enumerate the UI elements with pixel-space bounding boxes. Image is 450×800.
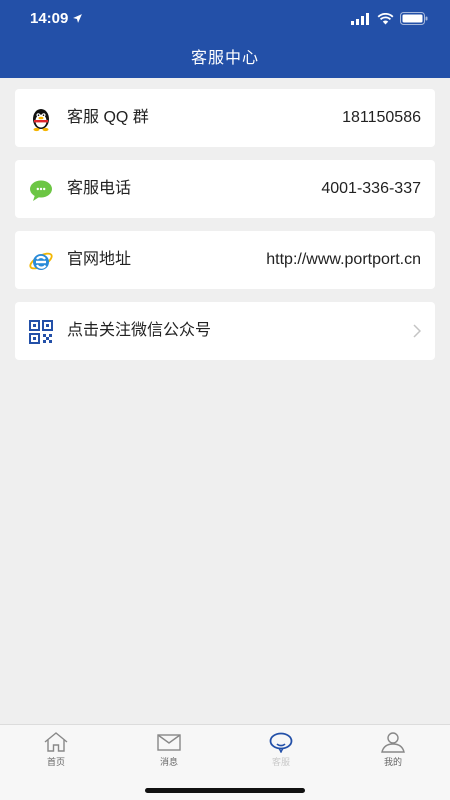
home-indicator [145,788,305,793]
home-icon [44,732,68,752]
location-arrow-icon [73,14,83,23]
tab-home[interactable]: 首页 [26,731,86,768]
wechat-follow-label: 点击关注微信公众号 [67,322,212,339]
status-time-text: 14:09 [30,10,69,27]
website-value: http://www.portport.cn [266,251,421,268]
website-label: 官网地址 [67,251,132,268]
ie-browser-icon [29,252,53,270]
tab-customer-service-label: 客服 [271,757,290,767]
mail-icon [157,734,181,751]
phone-row[interactable]: 客服电话 4001-336-337 [15,160,435,218]
signal-icon [351,12,369,25]
user-icon [381,732,405,753]
battery-icon [400,12,428,25]
customer-service-icon [269,732,293,753]
qq-group-value: 181150586 [342,109,421,126]
tab-profile[interactable]: 我的 [363,731,423,768]
qq-penguin-icon [33,109,49,132]
page-title: 客服中心 [190,50,259,67]
wechat-follow-row[interactable]: 点击关注微信公众号 [15,302,435,360]
status-bar: 14:09 [0,0,450,40]
wifi-icon [377,12,394,24]
chat-bubble-icon [30,180,52,201]
status-indicators [351,12,428,25]
tab-profile-label: 我的 [383,757,402,767]
status-time: 14:09 [30,10,83,27]
qr-code-icon [29,320,53,344]
website-row[interactable]: 官网地址 http://www.portport.cn [15,231,435,289]
nav-bar: 客服中心 [0,40,450,78]
tab-messages-label: 消息 [159,757,178,767]
chevron-right-icon [413,324,421,338]
phone-label: 客服电话 [67,180,132,197]
tab-customer-service[interactable]: 客服 [251,731,311,768]
qq-group-label: 客服 QQ 群 [67,109,149,126]
qq-group-row[interactable]: 客服 QQ 群 181150586 [15,89,435,147]
tab-home-label: 首页 [46,757,65,767]
phone-value: 4001-336-337 [321,180,421,197]
tab-messages[interactable]: 消息 [139,731,199,768]
